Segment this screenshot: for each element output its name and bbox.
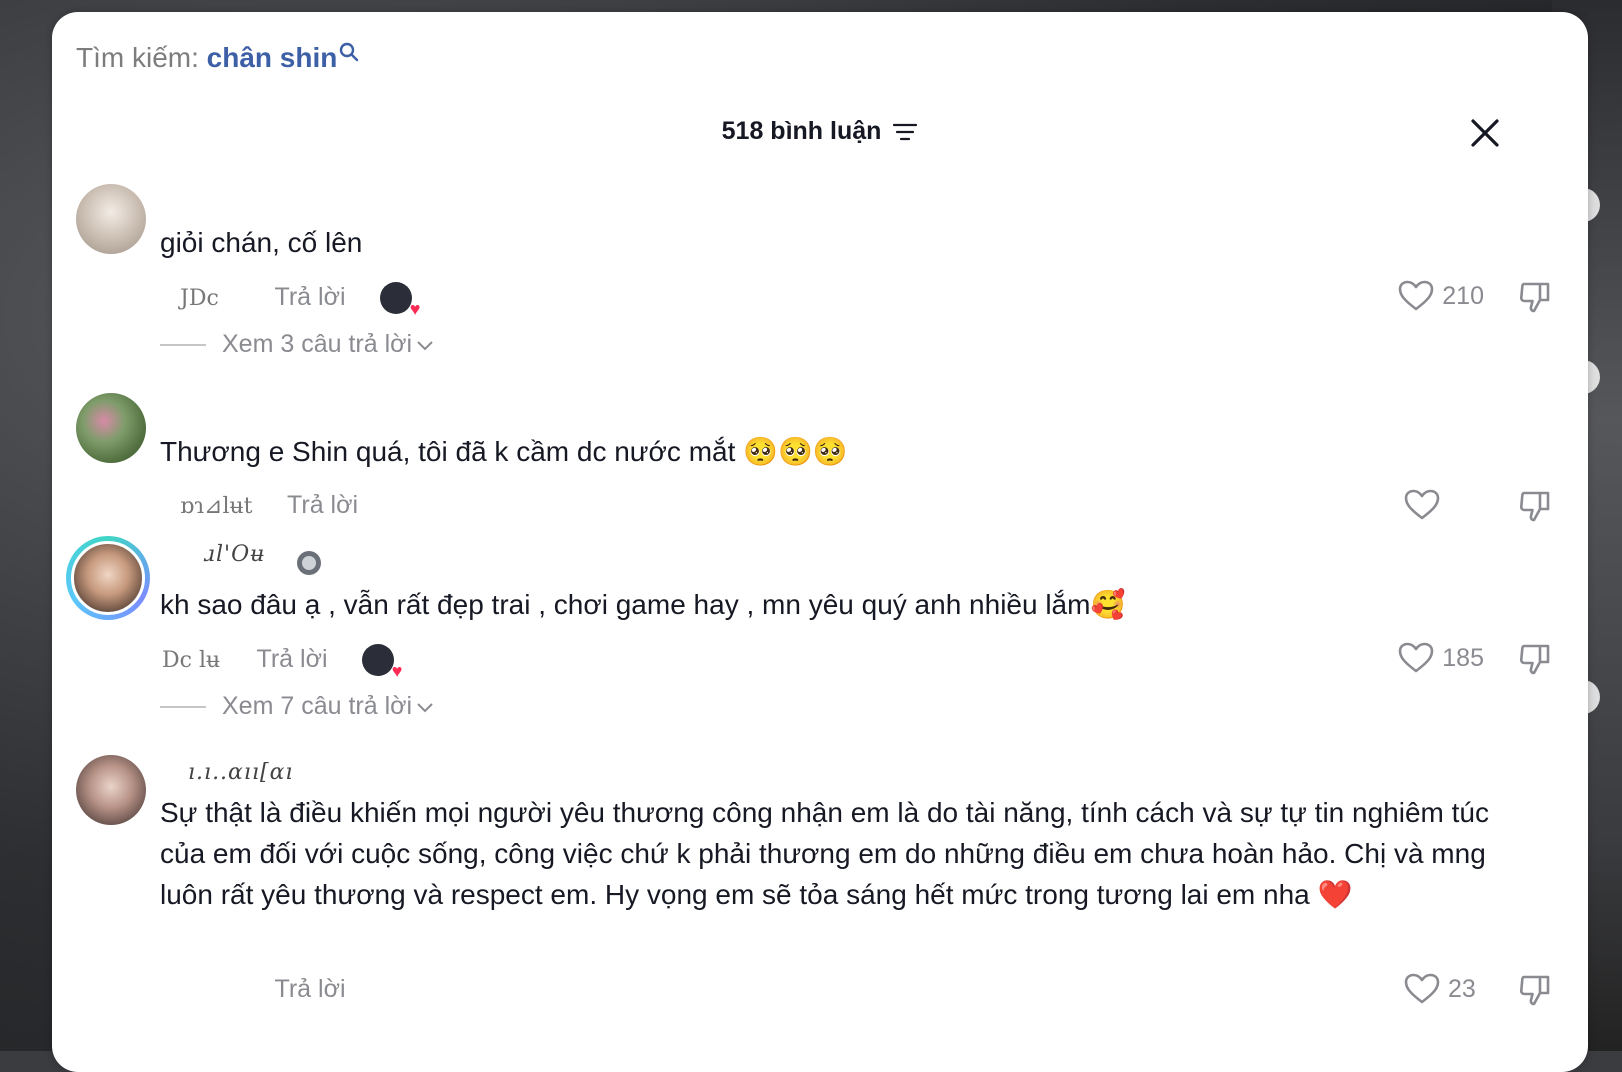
- comment-text: Sự thật là điều khiến mọi người yêu thươ…: [160, 797, 1489, 910]
- comment-text-content: Thương e Shin quá, tôi đã k cầm dc nước …: [160, 436, 848, 467]
- view-replies-button[interactable]: Xem 3 câu trả lời: [160, 330, 434, 359]
- comment-date: Dc lʉ: [162, 647, 221, 673]
- view-replies-label: Xem 7 câu trả lời: [222, 692, 413, 720]
- creator-liked-avatar: ♥: [362, 644, 402, 681]
- comment-meta: Trả lời: [160, 975, 374, 1004]
- comment-meta: ɒɿ⊿lʉt Trả lời: [160, 491, 386, 520]
- heart-outline-icon: [1404, 489, 1440, 520]
- comments-header: 518 bình luận: [52, 117, 1588, 146]
- avatar[interactable]: [76, 184, 146, 254]
- comment-username[interactable]: ɹl'Oʉ: [204, 542, 265, 567]
- search-icon: [340, 42, 359, 62]
- comment-text: kh sao đâu ạ , vẫn rất đẹp trai , chơi g…: [160, 589, 1126, 620]
- like-button[interactable]: [1404, 489, 1484, 521]
- reply-button[interactable]: Trả lời: [275, 283, 346, 311]
- view-replies-label: Xem 3 câu trả lời: [222, 330, 413, 358]
- view-replies-button[interactable]: Xem 7 câu trả lời: [160, 692, 434, 721]
- divider-line: [160, 343, 206, 346]
- sort-icon[interactable]: [892, 121, 918, 143]
- avatar-story-ring[interactable]: [66, 536, 150, 620]
- avatar[interactable]: [76, 393, 146, 463]
- dislike-icon[interactable]: [1518, 642, 1552, 676]
- comment-text: Thương e Shin quá, tôi đã k cầm dc nước …: [160, 431, 1490, 472]
- reply-button[interactable]: Trả lời: [287, 491, 358, 519]
- comments-panel: Tìm kiếm: chân shin 518 bình luận giỏi c…: [52, 12, 1588, 1072]
- like-count: 185: [1442, 643, 1484, 672]
- like-button[interactable]: 185: [1398, 642, 1484, 674]
- search-label: Tìm kiếm:: [76, 42, 199, 73]
- creator-liked-avatar: ♥: [380, 282, 420, 319]
- heart-outline-icon: [1398, 642, 1434, 673]
- heart-outline-icon: [1404, 973, 1440, 1004]
- reply-button[interactable]: Trả lời: [275, 975, 346, 1003]
- divider-line: [160, 705, 206, 708]
- like-count: 210: [1442, 281, 1484, 310]
- heart-icon: ♥: [391, 661, 403, 681]
- comment-count: 518 bình luận: [721, 117, 882, 145]
- reply-button[interactable]: Trả lời: [257, 645, 328, 673]
- like-button[interactable]: 210: [1398, 280, 1484, 312]
- chevron-down-icon: [417, 702, 433, 712]
- comment-meta: Dc lʉ Trả lời ♥: [160, 644, 402, 681]
- dislike-icon[interactable]: [1518, 280, 1552, 314]
- like-count: 23: [1448, 974, 1476, 1003]
- close-icon[interactable]: [1468, 116, 1502, 150]
- dislike-icon[interactable]: [1518, 973, 1552, 1007]
- search-term[interactable]: chân shin: [207, 42, 338, 73]
- dislike-icon[interactable]: [1518, 489, 1552, 523]
- like-button[interactable]: 23: [1404, 973, 1484, 1005]
- chevron-down-icon: [417, 340, 433, 350]
- comment-date: ɒɿ⊿lʉt: [180, 494, 253, 519]
- heart-outline-icon: [1398, 280, 1434, 311]
- avatar: [71, 541, 145, 615]
- comment-text: giỏi chán, cố lên: [160, 227, 363, 258]
- related-search[interactable]: Tìm kiếm: chân shin: [76, 42, 359, 74]
- comment-meta: JDc Trả lời ♥: [160, 282, 420, 319]
- comment-username[interactable]: ı.ı..ɑıı[ɑı: [188, 760, 293, 785]
- verified-badge-icon: [297, 551, 321, 575]
- avatar[interactable]: [76, 755, 146, 825]
- comment-date: JDc: [180, 285, 219, 311]
- heart-icon: ♥: [409, 299, 421, 319]
